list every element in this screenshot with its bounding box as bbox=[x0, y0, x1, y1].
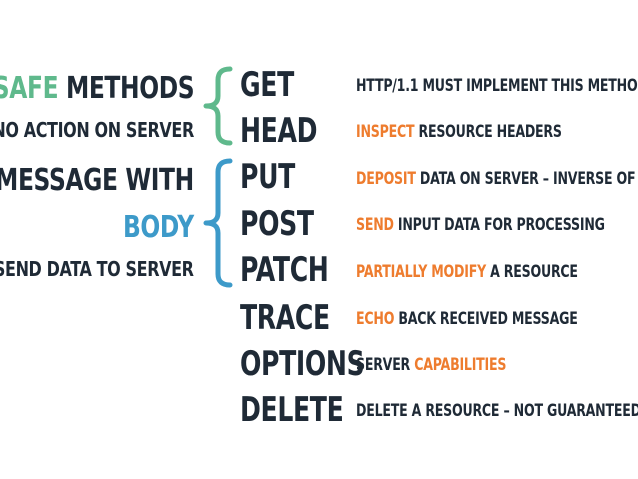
method-post: POST bbox=[240, 204, 314, 244]
body-methods-heading-accent: BODY bbox=[123, 210, 194, 245]
safe-heading-accent: SAFE bbox=[0, 71, 58, 106]
desc-trace: ECHO BACK RECEIVED MESSAGE bbox=[356, 309, 578, 329]
desc-put: DEPOSIT DATA ON SERVER – INVERSE OF GET bbox=[356, 169, 638, 189]
safe-brace-path bbox=[203, 66, 233, 146]
desc-head: INSPECT RESOURCE HEADERS bbox=[356, 122, 562, 142]
method-patch: PATCH bbox=[240, 250, 329, 290]
body-methods-heading-line1: MESSAGE WITH bbox=[0, 163, 194, 198]
desc-delete: DELETE A RESOURCE – NOT GUARANTEED bbox=[356, 401, 638, 421]
body-brace-path bbox=[203, 158, 233, 288]
method-head: HEAD bbox=[240, 111, 318, 151]
desc-options: SERVER CAPABILITIES bbox=[356, 355, 507, 375]
desc-get: HTTP/1.1 MUST IMPLEMENT THIS METHOD bbox=[356, 76, 638, 96]
method-put: PUT bbox=[240, 157, 295, 197]
desc-patch: PARTIALLY MODIFY A RESOURCE bbox=[356, 262, 578, 282]
desc-post: SEND INPUT DATA FOR PROCESSING bbox=[356, 215, 605, 235]
method-get: GET bbox=[240, 65, 294, 105]
safe-methods-heading: SAFE METHODS bbox=[0, 74, 194, 104]
method-delete: DELETE bbox=[240, 390, 344, 430]
safe-methods-subtitle: NO ACTION ON SERVER bbox=[0, 118, 194, 142]
safe-methods-brace bbox=[196, 66, 238, 146]
method-options: OPTIONS bbox=[240, 344, 365, 384]
body-methods-brace bbox=[196, 158, 238, 288]
method-trace: TRACE bbox=[240, 298, 330, 338]
safe-heading-rest: METHODS bbox=[65, 71, 195, 106]
body-methods-subtitle: SEND DATA TO SERVER bbox=[0, 257, 194, 281]
